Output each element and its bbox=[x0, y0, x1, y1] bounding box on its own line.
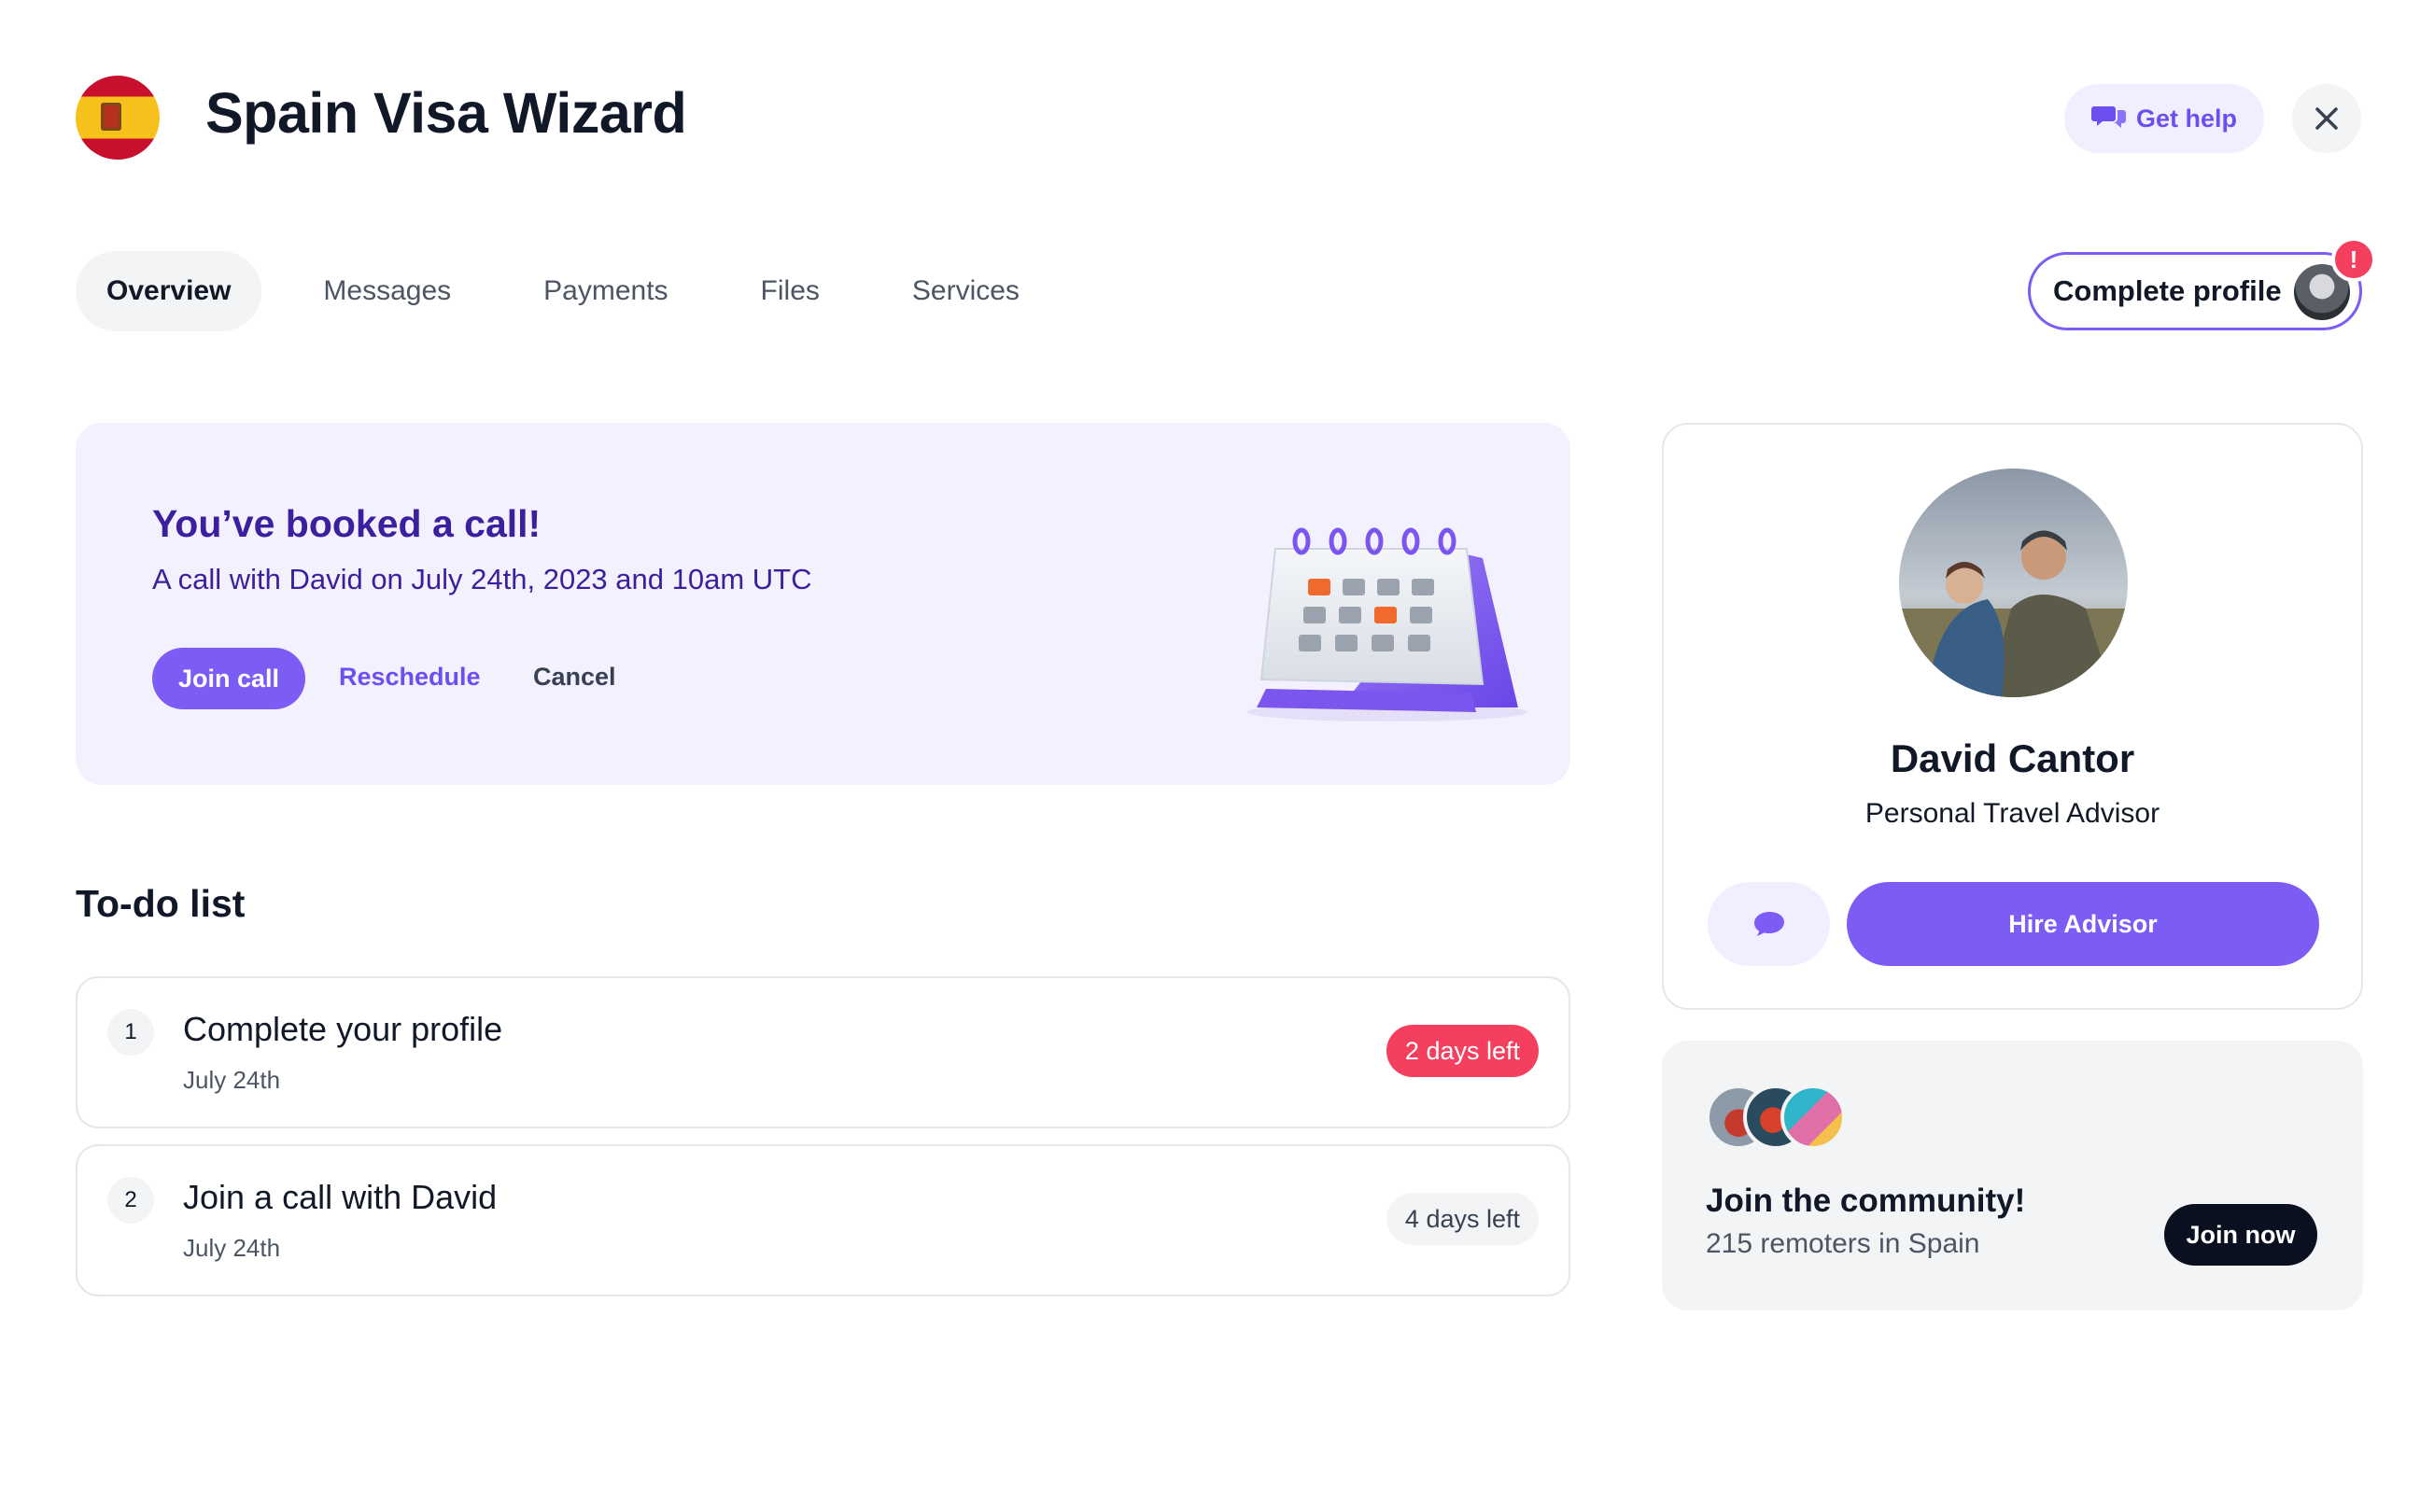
tab-messages[interactable]: Messages bbox=[292, 251, 482, 331]
todo-heading: To-do list bbox=[76, 882, 246, 925]
booked-call-title: You’ve booked a call! bbox=[152, 502, 542, 545]
complete-profile-button[interactable]: Complete profile bbox=[2028, 252, 2362, 330]
todo-item[interactable]: 1 Complete your profile July 24th 2 days… bbox=[76, 976, 1570, 1128]
spain-flag-icon bbox=[76, 76, 160, 160]
join-now-button[interactable]: Join now bbox=[2164, 1204, 2317, 1266]
todo-date: July 24th bbox=[183, 1066, 281, 1094]
cancel-link[interactable]: Cancel bbox=[533, 663, 616, 692]
advisor-role: Personal Travel Advisor bbox=[1864, 798, 2160, 829]
hire-advisor-button[interactable]: Hire Advisor bbox=[1847, 882, 2319, 966]
advisor-photo bbox=[1899, 469, 2128, 697]
todo-number: 1 bbox=[107, 1009, 154, 1056]
todo-title: Complete your profile bbox=[183, 1010, 503, 1048]
booked-call-description: A call with David on July 24th, 2023 and… bbox=[152, 563, 812, 595]
community-card: Join the community! 215 remoters in Spai… bbox=[1662, 1041, 2363, 1310]
community-title: Join the community! bbox=[1706, 1183, 2026, 1219]
complete-profile-label: Complete profile bbox=[2053, 274, 2282, 307]
alert-badge: ! bbox=[2331, 237, 2376, 282]
calendar-illustration bbox=[1247, 527, 1527, 721]
tab-files[interactable]: Files bbox=[730, 251, 851, 331]
todo-date: July 24th bbox=[183, 1234, 281, 1262]
avatar bbox=[1780, 1085, 1846, 1150]
advisor-card: David Cantor Personal Travel Advisor Hir… bbox=[1662, 423, 2363, 1010]
coat-of-arms-icon bbox=[101, 103, 121, 131]
tab-payments[interactable]: Payments bbox=[513, 251, 698, 331]
tab-overview[interactable]: Overview bbox=[76, 251, 262, 331]
close-button[interactable] bbox=[2292, 84, 2361, 153]
todo-title: Join a call with David bbox=[183, 1178, 498, 1216]
close-icon bbox=[2315, 107, 2338, 130]
booked-call-card: You’ve booked a call! A call with David … bbox=[76, 423, 1570, 785]
main-tabs: Overview Messages Payments Files Service… bbox=[76, 251, 1081, 331]
chat-bubbles-icon bbox=[2090, 106, 2126, 128]
message-advisor-button[interactable] bbox=[1708, 882, 1830, 966]
deadline-badge: 2 days left bbox=[1386, 1025, 1539, 1077]
join-call-button[interactable]: Join call bbox=[152, 648, 305, 709]
deadline-badge: 4 days left bbox=[1386, 1193, 1539, 1245]
chat-bubble-icon bbox=[1753, 912, 1784, 936]
page-title: Spain Visa Wizard bbox=[205, 81, 687, 145]
todo-item[interactable]: 2 Join a call with David July 24th 4 day… bbox=[76, 1144, 1570, 1296]
get-help-button[interactable]: Get help bbox=[2064, 84, 2264, 153]
tab-services[interactable]: Services bbox=[881, 251, 1050, 331]
community-subtitle: 215 remoters in Spain bbox=[1706, 1228, 1980, 1259]
advisor-name: David Cantor bbox=[1890, 736, 2135, 780]
get-help-label: Get help bbox=[2135, 104, 2237, 133]
community-avatars bbox=[1706, 1085, 1855, 1150]
reschedule-link[interactable]: Reschedule bbox=[339, 663, 481, 692]
todo-number: 2 bbox=[107, 1177, 154, 1224]
